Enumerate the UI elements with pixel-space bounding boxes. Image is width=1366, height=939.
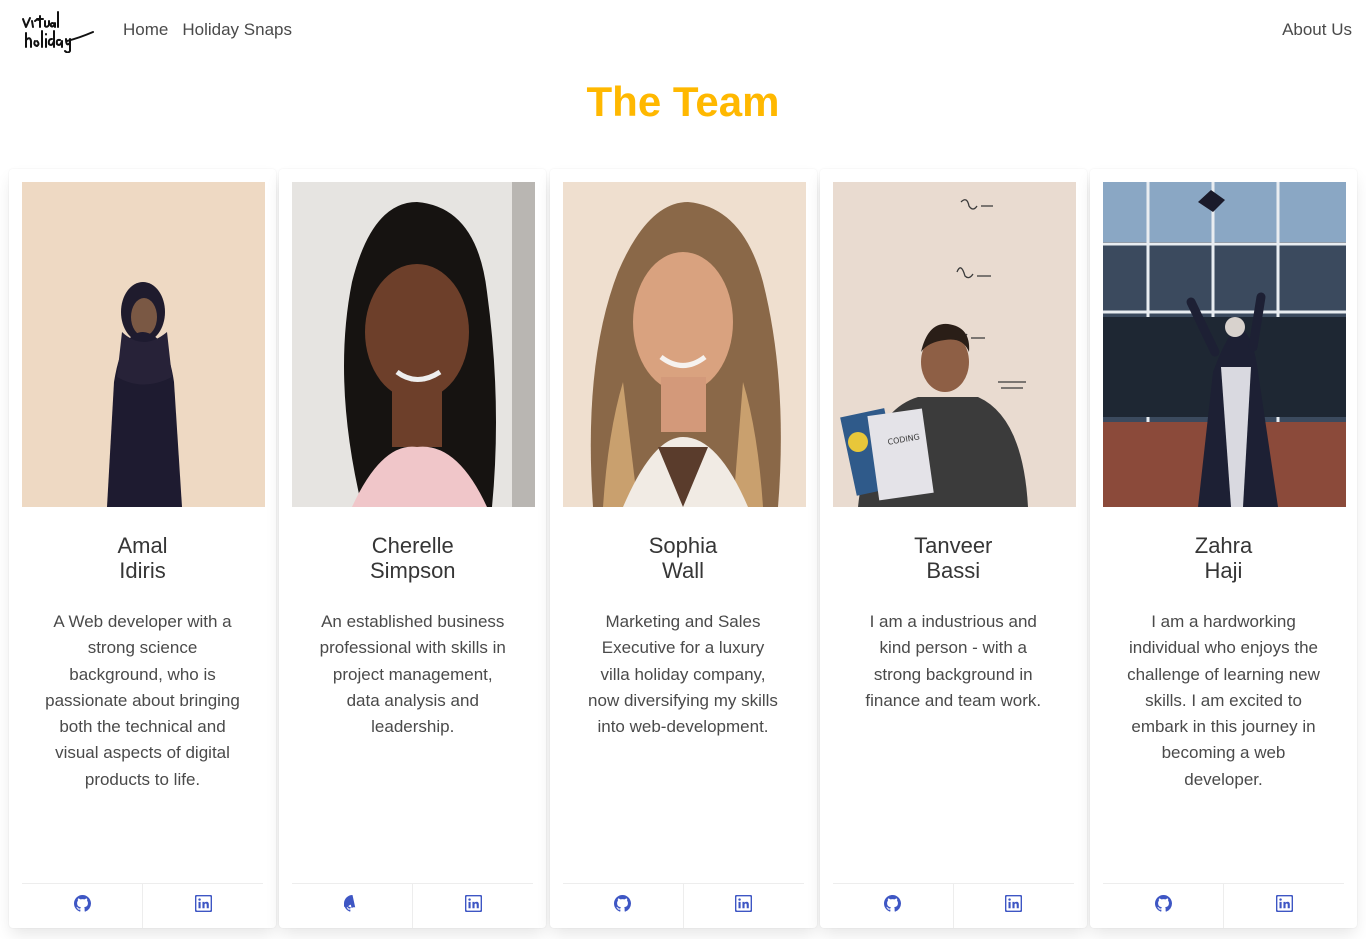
github-icon <box>342 895 361 917</box>
page-title: The Team <box>586 78 780 125</box>
card-footer <box>1103 883 1344 928</box>
member-first-name: Amal <box>117 533 168 558</box>
member-photo <box>292 182 536 507</box>
member-first-name: Cherelle <box>371 533 454 558</box>
github-link[interactable] <box>563 884 683 928</box>
github-icon <box>884 895 902 917</box>
nav-link-about-us[interactable]: About Us <box>1282 20 1352 40</box>
navbar: Home Holiday Snaps About Us <box>0 0 1366 60</box>
github-link[interactable] <box>22 884 142 928</box>
linkedin-link[interactable] <box>952 884 1074 928</box>
member-last-name: Haji <box>1204 558 1243 583</box>
github-icon <box>614 895 631 917</box>
team-card: CODING Tanveer Bassi I am a industrious … <box>819 169 1087 928</box>
member-bio: An established business professional wit… <box>319 612 506 737</box>
team-card: Amal Idiris A Web developer with a stron… <box>9 169 276 928</box>
linkedin-icon <box>1004 894 1023 917</box>
member-photo <box>22 182 265 507</box>
member-last-name: Simpson <box>369 558 456 583</box>
linkedin-link[interactable] <box>1223 884 1344 928</box>
member-name: Cherelle Simpson <box>279 533 546 583</box>
team-card: Sophia Wall Marketing and Sales Executiv… <box>549 169 817 928</box>
member-first-name: Zahra <box>1194 533 1253 558</box>
linkedin-link[interactable] <box>412 884 533 928</box>
member-name: Tanveer Bassi <box>820 533 1087 583</box>
member-name: Amal Idiris <box>9 533 276 583</box>
linkedin-icon <box>734 894 753 917</box>
github-link[interactable] <box>833 884 953 928</box>
github-link[interactable] <box>1103 884 1223 928</box>
linkedin-icon <box>1275 894 1293 917</box>
member-name: Zahra Haji <box>1090 533 1357 583</box>
card-footer <box>292 883 534 928</box>
linkedin-icon <box>194 894 212 917</box>
member-bio: A Web developer with a strong science ba… <box>45 612 240 789</box>
member-bio: I am a hardworking individual who enjoys… <box>1127 612 1320 789</box>
member-bio: Marketing and Sales Executive for a luxu… <box>588 612 778 737</box>
nav-links: Home Holiday Snaps <box>123 20 306 40</box>
linkedin-link[interactable] <box>682 884 804 928</box>
member-last-name: Wall <box>662 558 704 583</box>
member-first-name: Sophia <box>648 533 718 558</box>
member-name: Sophia Wall <box>550 533 817 583</box>
github-icon <box>73 895 91 917</box>
nav-link-holiday-snaps[interactable]: Holiday Snaps <box>182 20 305 40</box>
nav-link-home[interactable]: Home <box>123 20 181 40</box>
member-bio: I am a industrious and kind person - wit… <box>865 612 1042 710</box>
member-first-name: Tanveer <box>914 533 993 558</box>
github-icon <box>1154 895 1172 917</box>
linkedin-link[interactable] <box>142 884 263 928</box>
team-card: Cherelle Simpson An established business… <box>279 169 547 928</box>
member-photo <box>1103 182 1346 507</box>
member-last-name: Bassi <box>926 558 981 583</box>
github-link[interactable] <box>292 884 412 928</box>
card-footer <box>832 883 1074 928</box>
team-cards: Amal Idiris A Web developer with a stron… <box>0 169 1366 928</box>
virtual-holiday-logo[interactable] <box>20 6 98 54</box>
team-card: Zahra Haji I am a hardworking individual… <box>1090 169 1357 928</box>
member-photo: CODING <box>832 182 1076 507</box>
linkedin-icon <box>464 894 483 917</box>
member-photo <box>562 182 806 507</box>
member-last-name: Idiris <box>119 558 166 583</box>
card-footer <box>562 883 804 928</box>
card-footer <box>22 883 263 928</box>
